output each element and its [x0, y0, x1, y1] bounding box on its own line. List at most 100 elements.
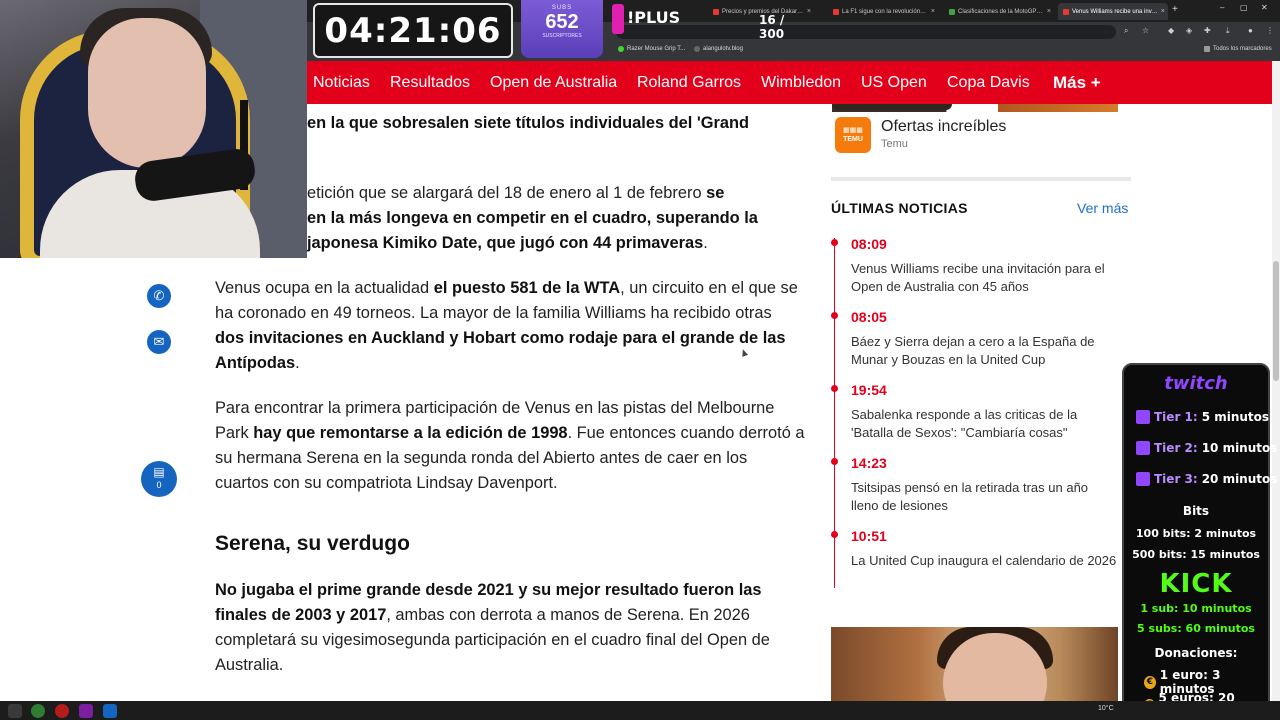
bits-row: 100 bits: 2 minutos: [1135, 527, 1257, 540]
extension-icon[interactable]: ◈: [1186, 26, 1192, 35]
article-paragraph-2: Venus ocupa en la actualidad el puesto 5…: [215, 276, 805, 376]
comments-count: 0: [156, 480, 162, 490]
timeline-dot-icon: [831, 458, 838, 465]
kick-row: 5 subs: 60 minutos: [1137, 622, 1255, 635]
comment-icon: ▤: [153, 465, 165, 479]
tab-venus-williams[interactable]: Venus Williams recibe una inv… ×: [1058, 3, 1168, 20]
nav-more[interactable]: Más +: [1053, 73, 1101, 93]
news-image[interactable]: [831, 627, 1118, 701]
close-window-icon[interactable]: ✕: [1261, 3, 1268, 12]
news-time: 10:51: [851, 528, 887, 544]
bookmarks-folder[interactable]: Todos los marcadores: [1204, 46, 1272, 52]
page-scrollbar[interactable]: [1272, 61, 1280, 701]
news-headline[interactable]: La United Cup inaugura el calendario de …: [851, 552, 1119, 570]
news-time: 14:23: [851, 455, 887, 471]
timeline-dot-icon: [831, 312, 838, 319]
nav-wimbledon[interactable]: Wimbledon: [761, 74, 841, 92]
temu-logo[interactable]: ▦▦▦ TEMU: [835, 117, 871, 153]
kick-row: 1 sub: 10 minutos: [1140, 602, 1252, 615]
paragraph-segment: .: [295, 354, 300, 372]
paragraph-segment: el puesto 581 de la WTA: [433, 279, 621, 297]
ad-title[interactable]: Ofertas increíbles: [881, 118, 1006, 136]
globe-icon: [694, 46, 700, 52]
subs-counter: SUBS 652 SUSCRIPTORES: [521, 0, 603, 58]
site-favicon-icon: [1063, 8, 1069, 15]
folder-icon: [1204, 46, 1210, 52]
windows-start-icon[interactable]: [8, 704, 22, 718]
comments-button[interactable]: ▤ 0: [141, 461, 177, 497]
timeline-dot-icon: [831, 239, 838, 246]
maximize-icon[interactable]: ▢: [1240, 3, 1248, 12]
profile-avatar-icon[interactable]: ●: [1248, 26, 1253, 35]
see-more-link[interactable]: Ver más: [1077, 200, 1128, 216]
tab-f1[interactable]: La F1 sigue con la revolución… ×: [828, 3, 940, 20]
download-icon[interactable]: ⤓: [1226, 26, 1230, 36]
tier-2: Tier 2: 10 minutos: [1136, 441, 1277, 455]
twitch-icon: [1136, 472, 1150, 486]
timeline-dot-icon: [831, 385, 838, 392]
latest-news-heading: ÚLTIMAS NOTICIAS: [831, 200, 968, 216]
close-icon[interactable]: ×: [1047, 8, 1051, 15]
site-nav: Noticias Resultados Open de Australia Ro…: [306, 61, 1274, 104]
news-time: 08:09: [851, 236, 887, 252]
new-tab-icon[interactable]: +: [1172, 4, 1178, 15]
email-share-icon[interactable]: ✉: [147, 330, 171, 354]
bookmark-star-icon[interactable]: ☆: [1142, 26, 1149, 35]
goal-progress-bar: [612, 4, 624, 34]
nav-resultados[interactable]: Resultados: [390, 74, 470, 92]
minimize-icon[interactable]: –: [1220, 3, 1224, 12]
weather-tray[interactable]: 10°C: [1098, 705, 1114, 712]
extension-icon[interactable]: ◆: [1168, 26, 1174, 35]
stream-timer: 04:21:06: [313, 3, 513, 58]
paragraph-segment: hay que remontarse a la edición de 1998: [253, 424, 568, 442]
twitch-logo: twitch: [1164, 373, 1228, 394]
euro-icon: €: [1144, 675, 1156, 689]
article-paragraph-4: No jugaba el prime grande desde 2021 y s…: [215, 578, 805, 678]
news-headline[interactable]: Tsitsipas pensó en la retirada tras un a…: [851, 479, 1119, 515]
bits-title: Bits: [1182, 504, 1210, 518]
close-icon[interactable]: ×: [931, 8, 935, 15]
whatsapp-share-icon[interactable]: ✆: [147, 284, 171, 308]
nav-copa-davis[interactable]: Copa Davis: [947, 74, 1030, 92]
zoom-icon[interactable]: ⌕: [1124, 26, 1128, 36]
kick-logo: KICK: [1159, 569, 1233, 599]
article-subheading: Serena, su verdugo: [215, 532, 410, 555]
site-favicon-icon: [949, 8, 955, 15]
site-favicon-icon: [833, 8, 839, 15]
ad-source: Temu: [881, 138, 908, 150]
scrollbar-thumb[interactable]: [1273, 261, 1279, 381]
news-headline[interactable]: Venus Williams recibe una invitación par…: [851, 260, 1119, 296]
ad-image-shadow: [832, 104, 952, 110]
paragraph-segment: dos invitaciones en Auckland y Hobart co…: [215, 329, 786, 372]
article-paragraph-0: en la que sobresalen siete títulos indiv…: [307, 114, 750, 132]
news-headline[interactable]: Sabalenka responde a las criticas de la …: [851, 406, 1119, 442]
twitch-icon: [1136, 410, 1150, 424]
bookmark-razer[interactable]: Razer Mouse Grip T...: [618, 46, 685, 52]
news-time: 19:54: [851, 382, 887, 398]
steam-icon[interactable]: [103, 704, 117, 718]
paragraph-segment: Venus ocupa en la actualidad: [215, 279, 434, 297]
chrome-icon[interactable]: [31, 704, 45, 718]
news-headline[interactable]: Báez y Sierra dejan a cero a la España d…: [851, 333, 1119, 369]
nav-us-open[interactable]: US Open: [861, 74, 927, 92]
nav-noticias[interactable]: Noticias: [313, 74, 370, 92]
tab-motogp[interactable]: Clasificaciones de la MotoGP… ×: [944, 3, 1056, 20]
nav-roland-garros[interactable]: Roland Garros: [637, 74, 741, 92]
webcam-feed: [0, 0, 307, 258]
extensions-puzzle-icon[interactable]: ✚: [1204, 26, 1211, 35]
tier-3: Tier 3: 20 minutos: [1136, 472, 1277, 486]
close-icon[interactable]: ×: [1161, 8, 1165, 15]
timeline-dot-icon: [831, 531, 838, 538]
app-icon[interactable]: [55, 704, 69, 718]
goal-widget: !PLUS 16 / 300: [612, 4, 812, 41]
divider: [831, 177, 1131, 181]
article-paragraph-1: etición que se alargará del 18 de enero …: [307, 184, 758, 252]
bits-row: 500 bits: 15 minutos: [1132, 548, 1260, 561]
obs-icon[interactable]: [79, 704, 93, 718]
bookmark-alangulotv[interactable]: alangulotv.blog: [694, 46, 743, 52]
twitch-icon: [1136, 441, 1150, 455]
menu-icon[interactable]: ⋮: [1266, 26, 1274, 35]
nav-open-australia[interactable]: Open de Australia: [490, 74, 617, 92]
taskbar: 10°C: [0, 701, 1280, 720]
tier-1: Tier 1: 5 minutos: [1136, 410, 1269, 424]
